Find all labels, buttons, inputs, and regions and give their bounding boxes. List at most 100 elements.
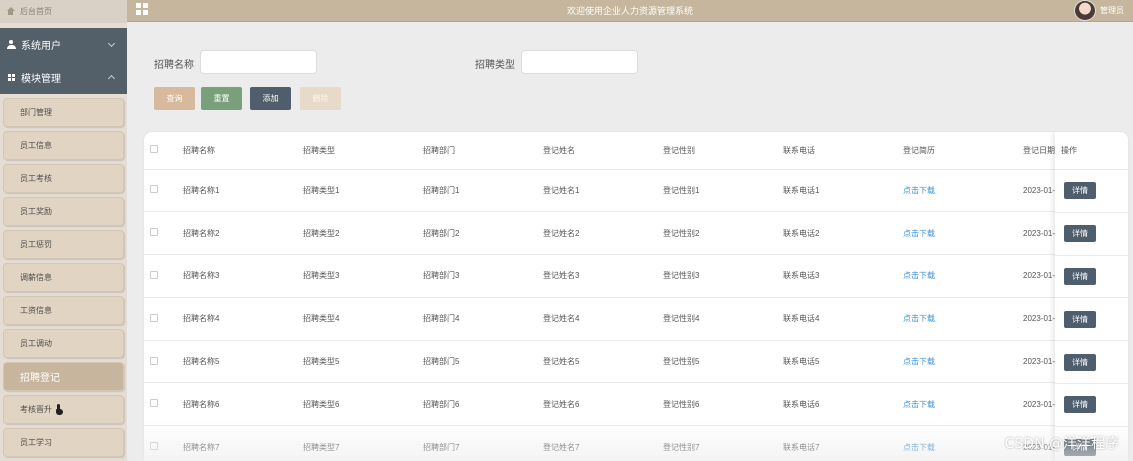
sidebar-item-employee-transfer[interactable]: 员工调动 [3,329,124,358]
download-link[interactable]: 点击下载 [903,340,1023,383]
sidebar-group-label: 系统用户 [21,41,61,52]
column-header: 联系电话 [783,145,815,155]
detail-button[interactable]: 详情 [1064,310,1096,328]
table-cell: 登记性别6 [663,399,700,409]
sidebar-item-employee-study[interactable]: 员工学习 [3,428,124,457]
sidebar-group-module-management[interactable]: 模块管理 [0,61,127,94]
reset-button[interactable]: 重置 [201,87,242,110]
sidebar-item-label: 员工惩罚 [20,240,52,249]
column-header: 招聘名称 [183,145,215,155]
user-name[interactable]: 管理员 [1100,5,1124,16]
download-link[interactable]: 点击下载 [903,255,1023,298]
detail-button[interactable]: 详情 [1064,267,1096,285]
chevron-down-icon [107,39,116,48]
sidebar-item-label: 部门管理 [20,108,52,117]
sidebar-item-employee-assessment[interactable]: 员工考核 [3,164,124,193]
sidebar-item-recruitment[interactable]: 招聘登记 [3,362,124,391]
row-checkbox[interactable] [150,270,158,279]
sidebar-home[interactable]: 后台首页 [0,0,127,23]
sidebar-item-employee-penalty[interactable]: 员工惩罚 [3,230,124,259]
detail-button[interactable]: 详情 [1064,396,1096,414]
detail-button[interactable]: 详情 [1064,225,1096,243]
recruit-type-input[interactable] [521,50,638,74]
user-icon [6,40,16,50]
sidebar-item-wage-info[interactable]: 工资信息 [3,296,124,325]
download-link[interactable]: 点击下载 [903,383,1023,426]
row-checkbox[interactable] [150,228,158,237]
sidebar-item-label: 招聘登记 [20,373,60,384]
detail-button[interactable]: 详情 [1064,353,1096,371]
row-checkbox[interactable] [150,356,158,365]
sidebar-menu: 部门管理 员工信息 员工考核 员工奖励 员工惩罚 调薪信息 工资信息 员工调动 … [0,94,127,457]
operation-cell: 详情 [1055,254,1128,298]
table-cell: 招聘类型6 [303,399,340,409]
recruit-type-label: 招聘类型 [475,60,515,71]
query-button[interactable]: 查询 [154,87,195,110]
table-cell: 联系电话3 [783,271,820,281]
table-cell: 登记姓名6 [543,399,580,409]
table-cell: 登记姓名5 [543,357,580,367]
sidebar-item-label: 员工学习 [20,438,52,447]
download-link[interactable]: 点击下载 [903,169,1023,212]
sidebar-item-salary-adjust[interactable]: 调薪信息 [3,263,124,292]
table-cell: 联系电话4 [783,314,820,324]
operation-cell: 详情 [1055,382,1128,426]
table-cell: 招聘部门6 [423,399,460,409]
sidebar-home-label: 后台首页 [20,7,52,16]
table-cell: 招聘名称6 [183,399,220,409]
sidebar-item-label: 工资信息 [20,306,52,315]
sidebar-item-label: 员工考核 [20,174,52,183]
column-header: 招聘部门 [423,145,455,155]
table-cell: 招聘名称5 [183,357,220,367]
table-cell: 登记性别3 [663,271,700,281]
watermark: CSDN @洋洋程序 [1004,436,1119,452]
row-checkbox[interactable] [150,313,158,322]
table-cell: 招聘类型2 [303,228,340,238]
operation-cell: 详情 [1055,169,1128,212]
table-cell: 招聘部门1 [423,185,460,195]
table-row: 招聘名称1 招聘类型1 招聘部门1 登记姓名1 登记性别1 联系电话1 点击下载 2023-0… [144,169,1128,212]
sidebar-item-employee-info[interactable]: 员工信息 [3,131,124,160]
table-cell: 登记性别5 [663,357,700,367]
select-all-checkbox[interactable] [150,145,158,154]
avatar[interactable] [1074,0,1096,21]
sidebar-item-employee-reward[interactable]: 员工奖励 [3,197,124,226]
download-link[interactable]: 点击下载 [903,297,1023,340]
download-link[interactable]: 点击下载 [903,212,1023,255]
sidebar-item-label: 调薪信息 [20,273,52,282]
table-cell: 招聘部门5 [423,357,460,367]
recruit-name-input[interactable] [200,50,317,74]
add-button[interactable]: 添加 [250,87,291,110]
grid-icon [6,73,16,83]
column-header: 登记简历 [903,145,935,155]
table-row: 招聘名称6 招聘类型6 招聘部门6 登记姓名6 登记性别6 联系电话6 点击下载 2023-0… [144,382,1128,426]
table-row: 招聘名称7 招聘类型7 招聘部门7 登记姓名7 登记性别7 联系电话7 点击下载 2023-0… [144,425,1128,461]
home-icon [6,7,15,16]
table-cell: 招聘类型4 [303,314,340,324]
table-row: 招聘名称3 招聘类型3 招聘部门3 登记姓名3 登记性别3 联系电话3 点击下载 2023-0… [144,254,1128,298]
operation-cell: 详情 [1055,340,1128,383]
delete-button[interactable]: 删除 [300,87,341,110]
table-cell: 招聘名称4 [183,314,220,324]
sidebar-group-system-users[interactable]: 系统用户 [0,28,127,61]
table-cell: 登记姓名3 [543,271,580,281]
table-cell: 联系电话1 [783,185,820,195]
table-cell: 招聘名称1 [183,185,220,195]
detail-button[interactable]: 详情 [1064,182,1096,200]
column-header-operation: 操作 [1061,146,1077,155]
operation-column: 操作 详情 详情 详情 详情 详情 详情 详情 [1055,132,1128,461]
table-cell: 登记姓名4 [543,314,580,324]
sidebar-item-promotion[interactable]: 考核晋升 [3,395,124,424]
sidebar-item-label: 员工调动 [20,339,52,348]
sidebar: 后台首页 系统用户 模块管理 部门管理 员工信息 员工考核 员工奖励 员工惩罚 … [0,0,127,461]
row-checkbox[interactable] [150,399,158,408]
main-content: 招聘名称 招聘类型 查询 重置 添加 删除 招聘名称 招聘类型 招聘部门 登记姓… [127,23,1133,461]
sidebar-item-department[interactable]: 部门管理 [3,98,124,127]
table-header-row: 招聘名称 招聘类型 招聘部门 登记姓名 登记性别 联系电话 登记简历 登记日期 [144,132,1128,169]
column-header: 登记姓名 [543,145,575,155]
table-cell: 招聘类型1 [303,185,340,195]
table-cell: 招聘类型5 [303,357,340,367]
row-checkbox[interactable] [150,185,158,194]
row-checkbox[interactable] [150,442,158,451]
table-cell: 登记性别7 [663,442,700,452]
